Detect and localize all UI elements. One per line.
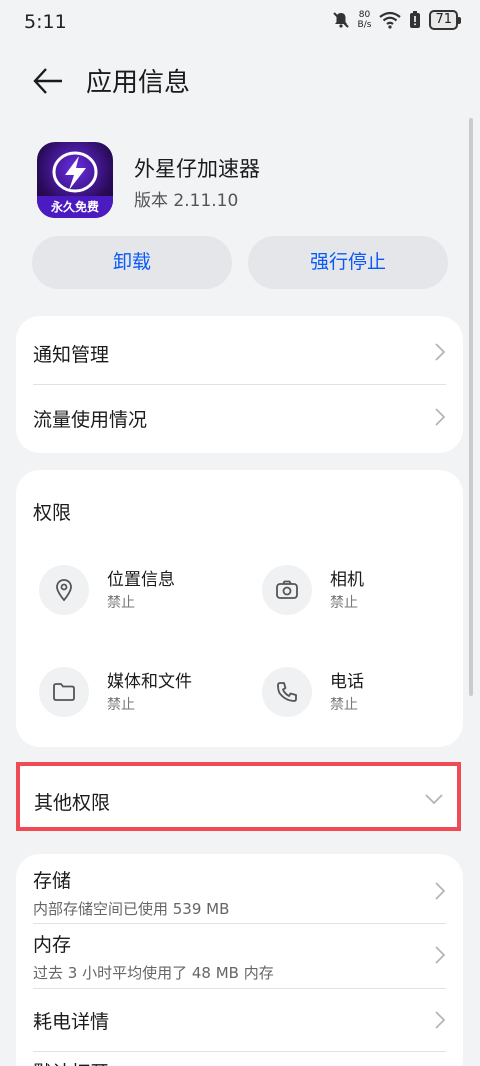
memory-row[interactable]: 内存 过去 3 小时平均使用了 48 MB 内存 — [16, 924, 463, 988]
row-label: 默认打开 — [33, 1058, 109, 1066]
other-permissions-label: 其他权限 — [34, 792, 111, 814]
notification-management-row[interactable]: 通知管理 — [16, 316, 463, 384]
open-by-default-row[interactable]: 默认打开 — [16, 1052, 463, 1066]
lightning-logo-icon — [52, 151, 98, 193]
battery-level: 71 — [429, 10, 461, 30]
storage-row[interactable]: 存储 内部存储空间已使用 539 MB — [16, 854, 463, 922]
permission-location[interactable]: 位置信息 禁止 — [39, 565, 239, 625]
location-icon — [39, 565, 89, 615]
chevron-right-icon — [435, 946, 445, 964]
uninstall-button[interactable]: 卸载 — [32, 236, 232, 289]
row-label: 耗电详情 — [33, 1011, 110, 1033]
data-usage-row[interactable]: 流量使用情况 — [16, 385, 463, 453]
app-icon: 永久免费 — [37, 142, 113, 218]
chevron-right-icon — [435, 408, 445, 426]
permission-media-files[interactable]: 媒体和文件 禁止 — [39, 667, 239, 727]
app-version: 版本 2.11.10 — [134, 191, 239, 211]
camera-icon — [262, 565, 312, 615]
other-permissions-row[interactable]: 其他权限 — [16, 762, 461, 831]
permission-camera[interactable]: 相机 禁止 — [262, 565, 462, 625]
permissions-card: 权限 位置信息 禁止 相机 禁止 媒体和文件 禁止 电话 禁止 — [16, 470, 463, 747]
chevron-right-icon — [435, 343, 445, 361]
row-subtitle: 内部存储空间已使用 539 MB — [33, 900, 230, 918]
permission-state: 禁止 — [107, 595, 135, 611]
battery-alert-icon — [410, 11, 421, 28]
phone-icon — [262, 667, 312, 717]
permission-name: 媒体和文件 — [107, 672, 192, 692]
net-speed-value: 80 — [358, 10, 371, 20]
mute-notification-icon — [332, 12, 349, 28]
permission-name: 位置信息 — [107, 570, 175, 590]
app-icon-label: 永久免费 — [37, 196, 113, 218]
scrollbar[interactable] — [469, 118, 473, 696]
row-label: 内存 — [33, 934, 72, 956]
permission-phone[interactable]: 电话 禁止 — [262, 667, 462, 727]
app-settings-card: 通知管理 流量使用情况 — [16, 316, 463, 453]
row-subtitle: 过去 3 小时平均使用了 48 MB 内存 — [33, 964, 274, 982]
details-card: 存储 内部存储空间已使用 539 MB 内存 过去 3 小时平均使用了 48 M… — [16, 854, 463, 1066]
app-name: 外星仔加速器 — [134, 157, 260, 181]
wifi-icon — [379, 11, 402, 29]
chevron-down-icon — [425, 794, 443, 804]
row-label: 存储 — [33, 870, 72, 892]
chevron-right-icon — [435, 1011, 445, 1029]
status-bar: 5:11 80 B/s 71 — [0, 0, 480, 44]
chevron-right-icon — [435, 882, 445, 900]
page-title: 应用信息 — [86, 68, 191, 98]
status-time: 5:11 — [24, 11, 67, 33]
permission-state: 禁止 — [107, 697, 135, 713]
permission-name: 相机 — [330, 570, 364, 590]
net-speed-unit: B/s — [357, 20, 372, 30]
permissions-title: 权限 — [33, 502, 72, 524]
row-label: 通知管理 — [33, 344, 110, 366]
permission-state: 禁止 — [330, 697, 358, 713]
power-usage-row[interactable]: 耗电详情 — [16, 989, 463, 1051]
force-stop-button[interactable]: 强行停止 — [248, 236, 448, 289]
folder-icon — [39, 667, 89, 717]
back-arrow-icon[interactable] — [32, 66, 64, 96]
row-label: 流量使用情况 — [33, 409, 148, 431]
permission-state: 禁止 — [330, 595, 358, 611]
permission-name: 电话 — [330, 672, 364, 692]
net-speed: 80 B/s — [358, 10, 372, 30]
status-icons: 80 B/s 71 — [332, 10, 461, 30]
